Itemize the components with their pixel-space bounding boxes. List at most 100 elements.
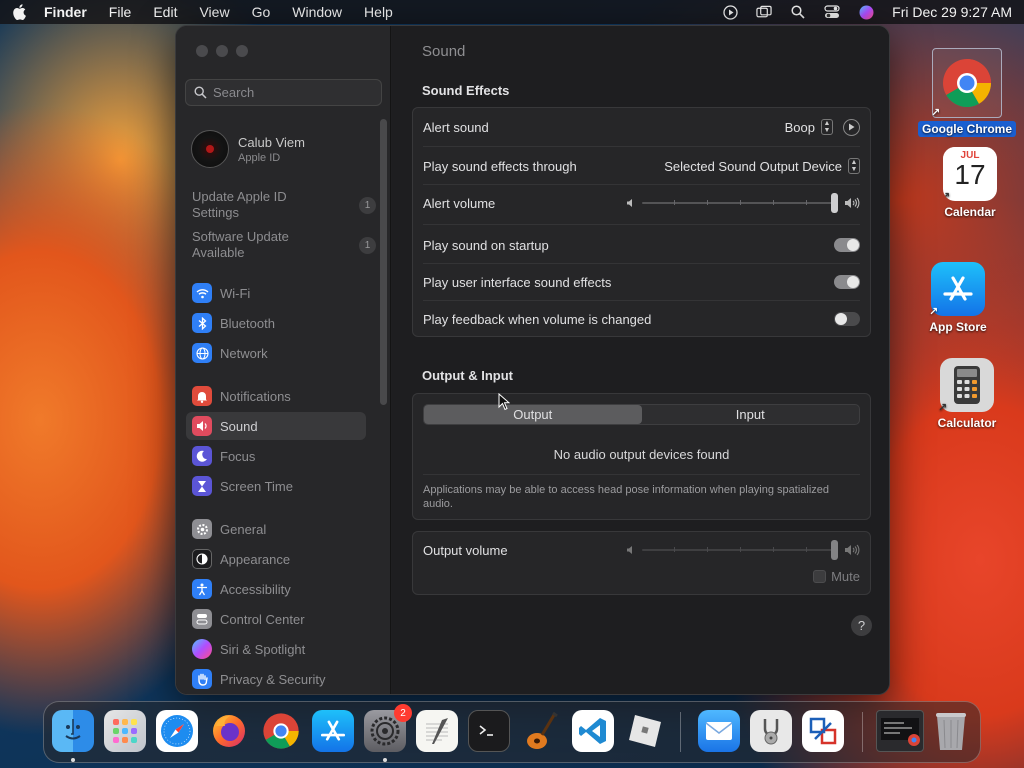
menu-help[interactable]: Help — [364, 4, 393, 20]
tab-output[interactable]: Output — [424, 405, 642, 424]
textedit-icon[interactable] — [416, 710, 458, 752]
output-volume-label: Output volume — [423, 542, 508, 558]
disk-utility-icon[interactable] — [750, 710, 792, 752]
screen-mirroring-icon[interactable] — [756, 4, 772, 20]
alert-volume-row: Alert volume — [423, 193, 860, 213]
sidebar-item-network[interactable]: Network — [186, 339, 366, 367]
menu-app-name[interactable]: Finder — [44, 4, 87, 20]
sidebar-item-control-center[interactable]: Control Center — [186, 605, 366, 633]
mute-checkbox[interactable]: Mute — [813, 569, 860, 584]
control-center-icon — [192, 609, 212, 629]
ui-sound-effects-toggle[interactable] — [834, 275, 860, 289]
sidebar-item-notifications[interactable]: Notifications — [186, 382, 366, 410]
finder-icon[interactable] — [52, 710, 94, 752]
desktop-icon-calendar[interactable]: JUL 17 ↗ Calendar — [920, 147, 1020, 220]
sidebar-item-general[interactable]: General — [186, 515, 366, 543]
terminal-icon[interactable] — [468, 710, 510, 752]
mute-label: Mute — [831, 569, 860, 584]
bell-icon — [192, 386, 212, 406]
menu-view[interactable]: View — [199, 4, 229, 20]
play-through-popup[interactable]: Selected Sound Output Device ▲ ▼ — [664, 158, 860, 174]
slider-knob[interactable] — [831, 193, 838, 213]
apple-id-account[interactable]: Calub Viem Apple ID — [191, 130, 305, 168]
safari-icon[interactable] — [156, 710, 198, 752]
calendar-day: 17 — [954, 159, 986, 190]
menu-clock[interactable]: Fri Dec 29 9:27 AM — [892, 4, 1012, 20]
hand-icon — [192, 669, 212, 689]
search-icon — [194, 86, 207, 99]
output-volume-slider[interactable] — [642, 540, 838, 560]
startup-sound-row: Play sound on startup — [423, 235, 860, 255]
trash-icon[interactable] — [930, 710, 972, 752]
minimize-window-button[interactable] — [216, 45, 228, 57]
output-input-segmented-control: Output Input — [423, 404, 860, 425]
sidebar-item-siri-spotlight[interactable]: Siri & Spotlight — [186, 635, 366, 663]
menu-edit[interactable]: Edit — [153, 4, 177, 20]
sidebar-item-label: Sound — [220, 418, 258, 434]
sidebar-item-accessibility[interactable]: Accessibility — [186, 575, 366, 603]
sidebar-item-privacy-security[interactable]: Privacy & Security — [186, 665, 366, 693]
slider-knob[interactable] — [831, 540, 838, 560]
tab-input[interactable]: Input — [642, 405, 860, 424]
dock-separator — [680, 712, 681, 752]
sidebar-item-wifi[interactable]: Wi-Fi — [186, 279, 366, 307]
sidebar-item-appearance[interactable]: Appearance — [186, 545, 366, 573]
sidebar-item-sound[interactable]: Sound — [186, 412, 366, 440]
roblox-icon[interactable] — [624, 710, 666, 752]
alert-volume-slider[interactable] — [642, 193, 838, 213]
software-update-notice[interactable]: Software Update Available 1 — [192, 229, 382, 261]
migration-assistant-icon[interactable] — [802, 710, 844, 752]
startup-sound-label: Play sound on startup — [423, 237, 549, 253]
chrome-icon: ↗ — [931, 48, 1002, 119]
control-center-icon[interactable] — [824, 4, 840, 20]
close-window-button[interactable] — [196, 45, 208, 57]
downloads-stack-icon[interactable] — [876, 710, 924, 752]
zoom-window-button[interactable] — [236, 45, 248, 57]
startup-sound-toggle[interactable] — [834, 238, 860, 252]
vscode-icon[interactable] — [572, 710, 614, 752]
chrome-icon[interactable] — [260, 710, 302, 752]
launchpad-icon[interactable] — [104, 710, 146, 752]
sidebar-item-focus[interactable]: Focus — [186, 442, 366, 470]
help-button[interactable]: ? — [851, 615, 872, 636]
desktop-icon-calculator[interactable]: ↗ Calculator — [917, 358, 1017, 431]
desktop-icon-chrome[interactable]: ↗ Google Chrome — [917, 48, 1017, 137]
sidebar-item-label: Bluetooth — [220, 315, 275, 331]
sidebar-item-label: Wi-Fi — [220, 285, 251, 301]
app-store-icon: ↗ — [929, 262, 985, 318]
play-status-icon[interactable] — [722, 4, 738, 20]
sidebar-item-bluetooth[interactable]: Bluetooth — [186, 309, 366, 337]
notice-text: Software Update Available — [192, 229, 289, 260]
app-store-icon[interactable] — [312, 710, 354, 752]
alert-sound-popup[interactable]: Boop ▲ ▼ — [785, 119, 833, 135]
menu-window[interactable]: Window — [292, 4, 342, 20]
settings-content: Sound Sound Effects Alert sound Boop ▲ ▼ … — [392, 26, 889, 694]
play-alert-sound-button[interactable] — [843, 118, 860, 136]
play-through-label: Play sound effects through — [423, 158, 577, 174]
sidebar-item-label: Focus — [220, 448, 256, 464]
menu-file[interactable]: File — [109, 4, 132, 20]
sidebar-item-label: General — [220, 521, 267, 537]
search-field[interactable]: Search — [185, 79, 382, 106]
system-settings-icon[interactable]: 2 — [364, 704, 412, 752]
sidebar-item-label: Network — [220, 345, 268, 361]
desktop-icon-app-store[interactable]: ↗ App Store — [908, 262, 1008, 335]
notice-text: Update Apple ID Settings — [192, 189, 287, 220]
volume-feedback-toggle[interactable] — [834, 312, 860, 326]
window-controls — [196, 45, 248, 57]
siri-icon[interactable] — [858, 4, 874, 20]
hourglass-icon — [192, 476, 212, 496]
garageband-icon[interactable] — [520, 710, 562, 752]
output-volume-group: Output volume Mute — [412, 531, 871, 595]
sound-effects-group: Alert sound Boop ▲ ▼ Play sound effects t… — [412, 107, 871, 337]
mail-icon[interactable] — [698, 710, 740, 752]
spotlight-search-icon[interactable] — [790, 4, 806, 20]
moon-icon — [192, 446, 212, 466]
firefox-icon[interactable] — [208, 710, 250, 752]
sidebar-scrollbar[interactable] — [380, 119, 387, 405]
desktop-icon-label: App Store — [929, 320, 987, 334]
menu-go[interactable]: Go — [252, 4, 271, 20]
sidebar-item-screen-time[interactable]: Screen Time — [186, 472, 366, 500]
apple-menu-icon[interactable] — [12, 4, 26, 20]
update-apple-id-notice[interactable]: Update Apple ID Settings 1 — [192, 189, 382, 221]
